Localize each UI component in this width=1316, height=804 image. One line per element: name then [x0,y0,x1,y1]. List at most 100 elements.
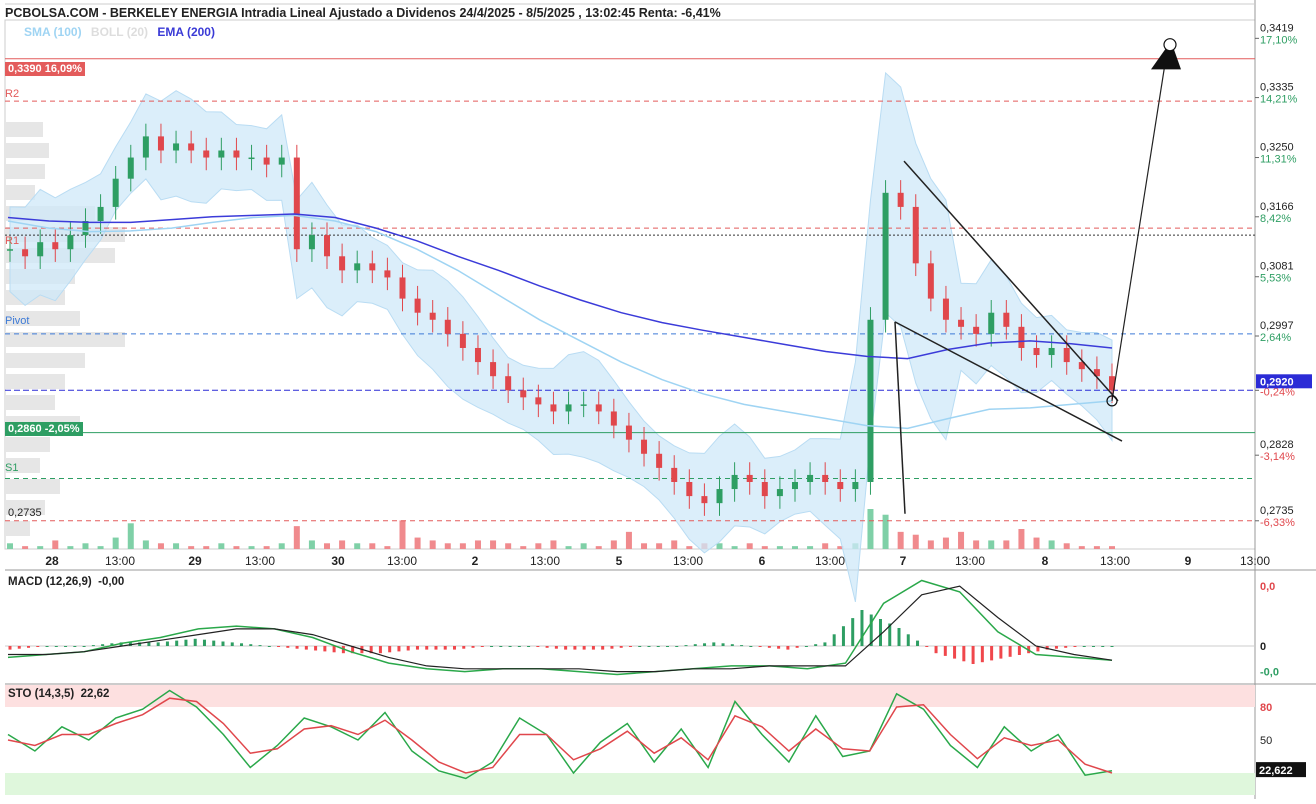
macd-histogram-bar [388,646,392,653]
volume-bar [625,531,632,549]
percent-tick-label: 17,10% [1260,34,1298,46]
volume-bar [67,546,74,549]
candle-body [112,178,119,207]
candle-body [459,333,466,348]
candle-body [958,319,965,327]
volume-bar [595,546,602,549]
candle-body [188,143,195,151]
macd-histogram-bar [564,646,568,650]
time-tick-label: 13:00 [1240,554,1270,568]
volume-bar [776,546,783,549]
volume-bar [1063,543,1070,549]
macd-histogram-bar [823,642,827,646]
candle-body [429,312,436,320]
macd-histogram-bar [332,646,336,653]
macd-histogram-bar [601,646,605,650]
price-tick-label: 0,3166 [1260,201,1294,213]
candle-body [927,263,934,299]
macd-tick-label: 0 [1260,641,1266,653]
macd-histogram-bar [221,641,225,646]
candle-body [701,496,708,504]
candle-body [1018,326,1025,348]
candle-body [791,481,798,490]
candle-body [490,362,497,377]
time-tick-label: 6 [759,554,766,568]
macd-histogram-bar [980,646,984,663]
volume-bar [233,546,240,549]
macd-histogram-bar [406,646,410,651]
volume-bar [520,546,527,549]
candle-body [716,489,723,504]
candle-body [233,150,240,158]
macd-histogram-bar [295,646,299,649]
legend-boll[interactable]: BOLL (20) [91,25,148,39]
volume-bar [218,543,225,549]
macd-histogram-bar [517,646,521,647]
candle-body [852,481,859,490]
macd-histogram-bar [378,646,382,654]
candle-body [1063,347,1070,363]
macd-histogram-bar [249,644,253,646]
candle-body [973,326,980,334]
sto-title: STO (14,3,5) [8,688,75,700]
volume-bar [535,543,542,549]
macd-tick-label: 0,0 [1260,581,1275,593]
price-tick-label: 0,2828 [1260,439,1294,451]
candle-body [837,481,844,490]
legend-sma[interactable]: SMA (100) [24,25,82,39]
s2-label: 0,2735 [8,507,42,519]
time-axis: 28 13:00 29 13:00 30 13:00 2 13:00 5 13:00 6 13:00 7… [45,554,1270,568]
macd-histogram-bar [953,646,957,659]
macd-value: -0,00 [98,576,125,588]
price-tick-label: 0,3081 [1260,261,1294,273]
volume-bar [490,540,497,549]
volume-bar [173,543,180,549]
volume-profile-bar [5,437,50,452]
macd-histogram-bar [82,646,86,647]
volume-bar [22,546,29,549]
volume-bar [580,543,587,549]
macd-histogram-bar [804,646,808,647]
price-tick-label: 0,3335 [1260,82,1294,94]
macd-histogram-bar [1064,646,1068,648]
chart-stage: 0,3419 17,10% 0,3335 14,21% 0,3250 11,31% 0,31… [0,0,1316,799]
candle-body [882,192,889,320]
volume-bar [656,543,663,549]
macd-histogram-bar [54,646,58,647]
candle-body [218,150,225,158]
candle-body [293,157,300,250]
stop-level-tag: 0,2860 -2,05% [5,422,83,436]
volume-bar [1048,540,1055,549]
macd-histogram-bar [934,646,938,654]
macd-histogram-bar [777,646,781,649]
candle-body [354,263,361,271]
volume-bar [505,543,512,549]
legend-ema[interactable]: EMA (200) [157,25,215,39]
candle-body [671,467,678,482]
macd-histogram-bar [999,646,1003,659]
macd-histogram-bar [471,646,475,648]
time-tick-label: 29 [188,554,202,568]
macd-histogram-bar [453,646,457,650]
macd-histogram-bar [101,644,105,646]
macd-histogram-bar [27,646,31,648]
price-tick-label: 0,3250 [1260,142,1294,154]
macd-histogram-bar [45,646,49,647]
macd-histogram-bar [1091,646,1095,647]
volume-bar [716,543,723,549]
macd-histogram-bar [1008,646,1012,657]
time-tick-label: 13:00 [105,554,135,568]
candle-body [610,411,617,426]
macd-histogram-bar [554,646,558,649]
macd-histogram-bar [304,646,308,650]
time-tick-label: 9 [1185,554,1192,568]
candle-body [7,249,13,251]
volume-bar [671,540,678,549]
macd-histogram-bar [165,641,169,646]
macd-histogram-bar [638,646,642,647]
macd-histogram-bar [91,645,95,647]
candle-body [37,242,44,257]
price-tick-label: 0,2997 [1260,320,1294,332]
macd-histogram-bar [786,646,790,650]
candle-body [897,192,904,207]
